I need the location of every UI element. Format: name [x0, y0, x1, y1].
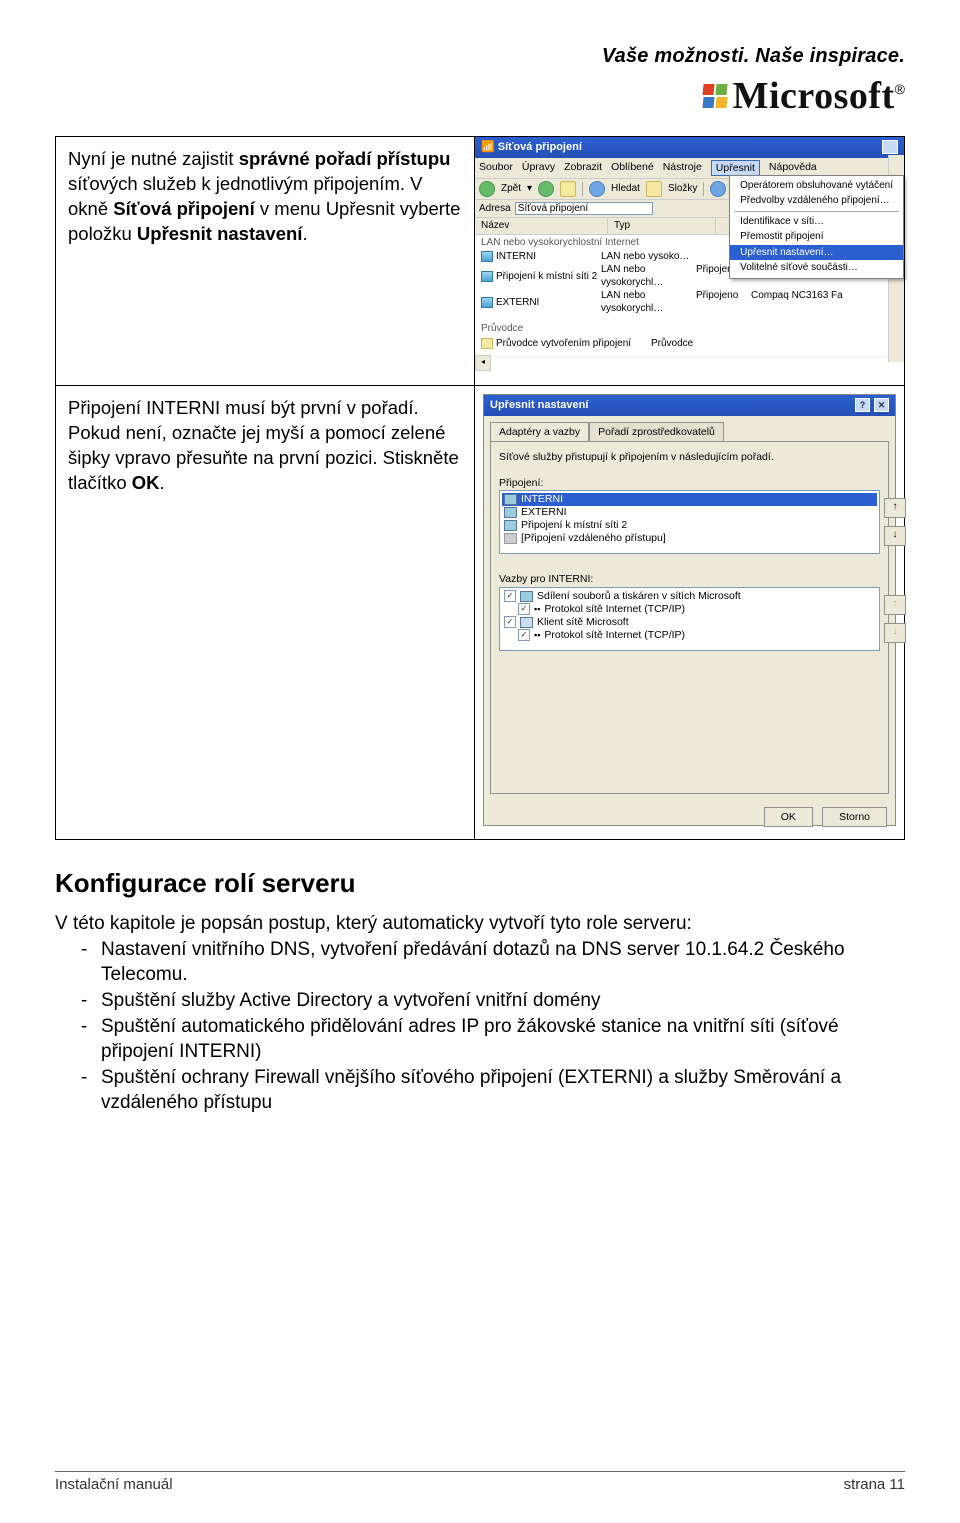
- close-icon[interactable]: ✕: [874, 398, 889, 412]
- tab-providers[interactable]: Pořadí zprostředkovatelů: [589, 422, 724, 441]
- list-item[interactable]: [Připojení vzdáleného přístupu]: [502, 532, 877, 545]
- client-icon: [520, 617, 533, 628]
- connection-row[interactable]: EXTERNI LAN nebo vysokorychl… Připojeno …: [475, 289, 904, 315]
- network-icon: 📶: [481, 141, 495, 153]
- forward-icon[interactable]: [538, 181, 554, 197]
- nic-icon: [481, 297, 493, 308]
- cancel-button[interactable]: Storno: [822, 807, 887, 827]
- brand-text: Microsoft: [733, 74, 895, 118]
- tab-adapters[interactable]: Adaptéry a vazby: [490, 422, 589, 441]
- bindings-label: Vazby pro INTERNI:: [499, 572, 880, 586]
- address-input[interactable]: [515, 202, 653, 215]
- instruction-cell-1: Nyní je nutné zajistit správné pořadí př…: [55, 136, 475, 386]
- search-icon[interactable]: [589, 181, 605, 197]
- page-footer: Instalační manuál strana 11: [55, 1471, 905, 1493]
- up-icon[interactable]: [560, 181, 576, 197]
- bindings-tree[interactable]: ✓Sdílení souborů a tiskáren v sítích Mic…: [499, 587, 880, 651]
- menuitem-upresnit-nastaveni[interactable]: Upřesnit nastavení…: [730, 245, 903, 261]
- windows-flag-icon: [702, 83, 728, 109]
- group-wizard: Průvodce: [475, 321, 904, 337]
- connections-list[interactable]: INTERNI EXTERNI Připojení k místní síti …: [499, 490, 880, 554]
- move-down-button[interactable]: ↓: [884, 526, 906, 546]
- list-item[interactable]: INTERNI: [502, 493, 877, 506]
- footer-right: strana 11: [844, 1476, 905, 1493]
- tabstrip[interactable]: Adaptéry a vazby Pořadí zprostředkovatel…: [490, 422, 889, 441]
- move-up-button[interactable]: ↑: [884, 498, 906, 518]
- ok-button[interactable]: OK: [764, 807, 813, 827]
- page-header: Vaše možnosti. Naše inspirace. Microsoft…: [55, 45, 905, 118]
- move-down-button[interactable]: ↓: [884, 623, 906, 643]
- back-icon[interactable]: [479, 181, 495, 197]
- move-up-button[interactable]: ↑: [884, 595, 906, 615]
- list-item[interactable]: Připojení k místní síti 2: [502, 519, 877, 532]
- service-icon: [520, 591, 533, 602]
- menu-upresnit[interactable]: Upřesnit: [711, 160, 760, 176]
- folders-icon[interactable]: [646, 181, 662, 197]
- upresnit-dropdown[interactable]: Operátorem obsluhované vytáčení Předvolb…: [729, 175, 904, 279]
- wizard-row[interactable]: Průvodce vytvořením připojení Průvodce: [475, 337, 904, 350]
- tree-item[interactable]: ✓▪▪Protokol sítě Internet (TCP/IP): [502, 603, 877, 616]
- microsoft-logo: Microsoft®: [702, 74, 905, 118]
- bullet-item: -Nastavení vnitřního DNS, vytvoření před…: [55, 937, 905, 988]
- bullet-item: -Spuštění služby Active Directory a vytv…: [55, 988, 905, 1014]
- connections-label: Připojení:: [499, 476, 880, 490]
- dialog-intro: Síťové služby přistupují k připojením v …: [499, 450, 880, 464]
- section-heading: Konfigurace rolí serveru: [55, 868, 905, 899]
- scroll-left-icon[interactable]: ◂: [475, 355, 491, 371]
- list-item[interactable]: EXTERNI: [502, 506, 877, 519]
- tagline: Vaše možnosti. Naše inspirace.: [55, 45, 905, 68]
- views-icon[interactable]: [710, 181, 726, 197]
- section-intro: V této kapitole je popsán postup, který …: [55, 911, 905, 937]
- help-icon[interactable]: ?: [855, 398, 870, 412]
- screenshot-cell-2: Upřesnit nastavení ? ✕ Adaptéry a vazby …: [474, 385, 905, 840]
- instruction-cell-2: Připojení INTERNI musí být první v pořad…: [55, 385, 475, 840]
- tree-item[interactable]: ✓▪▪Protokol sítě Internet (TCP/IP): [502, 629, 877, 642]
- screenshot-cell-1: 📶 Síťová připojení Soubor Úpravy Zobrazi…: [474, 136, 905, 386]
- wizard-icon: [481, 338, 493, 349]
- window-titlebar[interactable]: 📶 Síťová připojení: [475, 137, 904, 158]
- tree-item[interactable]: ✓Klient sítě Microsoft: [502, 616, 877, 629]
- sysmenu-icons[interactable]: [882, 140, 898, 154]
- dialog-titlebar[interactable]: Upřesnit nastavení ? ✕: [484, 395, 895, 416]
- nic-icon: [481, 271, 493, 282]
- nic-icon: [481, 251, 493, 262]
- bullet-item: -Spuštění automatického přidělování adre…: [55, 1014, 905, 1065]
- menu-bar[interactable]: Soubor Úpravy Zobrazit Oblíbené Nástroje…: [475, 158, 904, 179]
- footer-left: Instalační manuál: [55, 1476, 173, 1493]
- bullet-item: -Spuštění ochrany Firewall vnějšího síťo…: [55, 1065, 905, 1116]
- tree-item[interactable]: ✓Sdílení souborů a tiskáren v sítích Mic…: [502, 590, 877, 603]
